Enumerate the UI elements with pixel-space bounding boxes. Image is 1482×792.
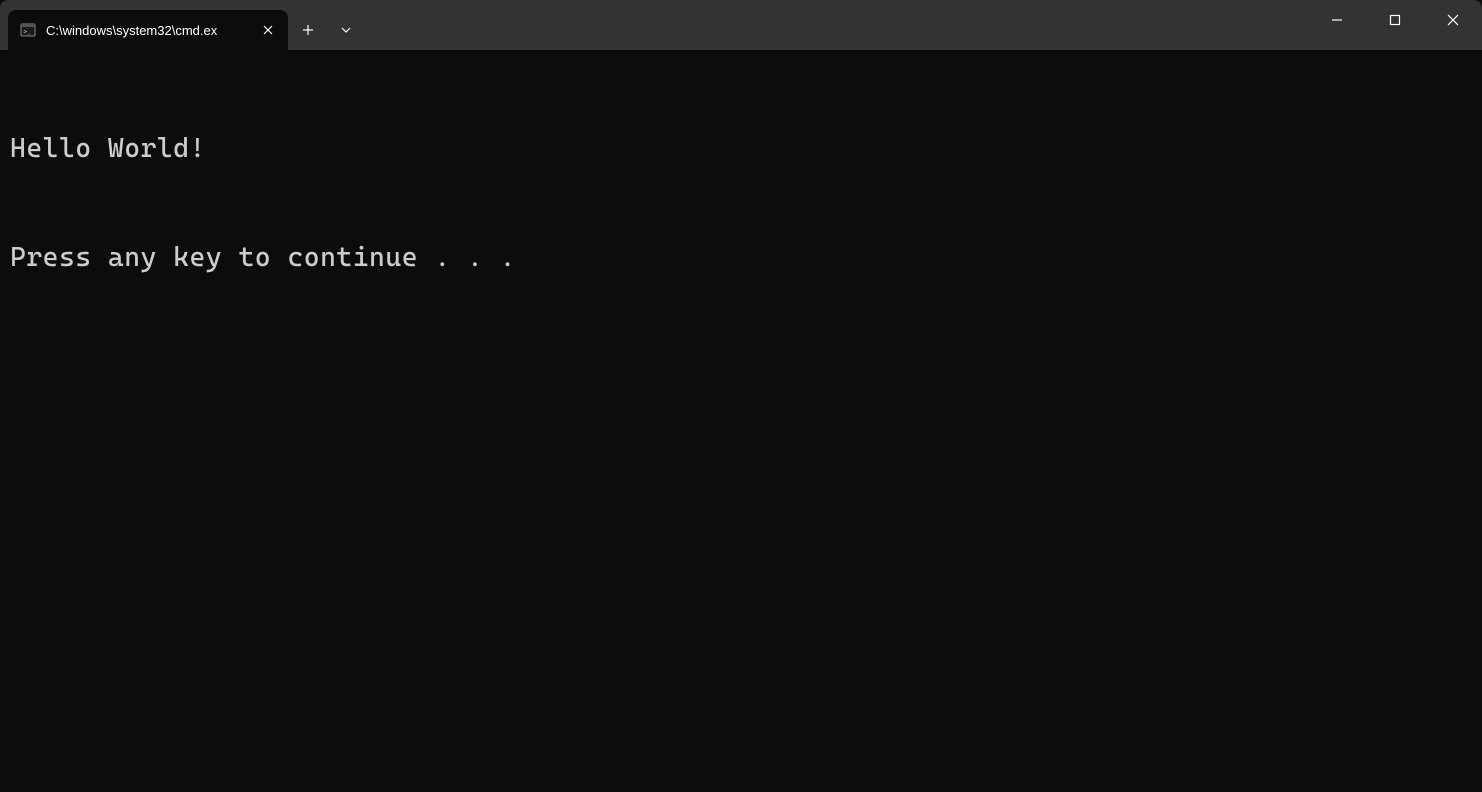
maximize-button[interactable] <box>1366 0 1424 40</box>
tab-area: >_ C:\windows\system32\cmd.ex <box>0 0 364 50</box>
titlebar: >_ C:\windows\system32\cmd.ex <box>0 0 1482 50</box>
tab-title: C:\windows\system32\cmd.ex <box>46 23 248 38</box>
minimize-button[interactable] <box>1308 0 1366 40</box>
output-line: Press any key to continue . . . <box>10 240 1472 276</box>
output-line: Hello World! <box>10 131 1472 167</box>
terminal-output[interactable]: Hello World! Press any key to continue .… <box>0 50 1482 321</box>
window-controls <box>1308 0 1482 40</box>
tab-dropdown-button[interactable] <box>328 12 364 48</box>
close-window-button[interactable] <box>1424 0 1482 40</box>
svg-text:>_: >_ <box>24 29 32 36</box>
terminal-icon: >_ <box>20 22 36 38</box>
tab-close-button[interactable] <box>258 20 278 40</box>
new-tab-button[interactable] <box>290 12 326 48</box>
tab-active[interactable]: >_ C:\windows\system32\cmd.ex <box>8 10 288 50</box>
